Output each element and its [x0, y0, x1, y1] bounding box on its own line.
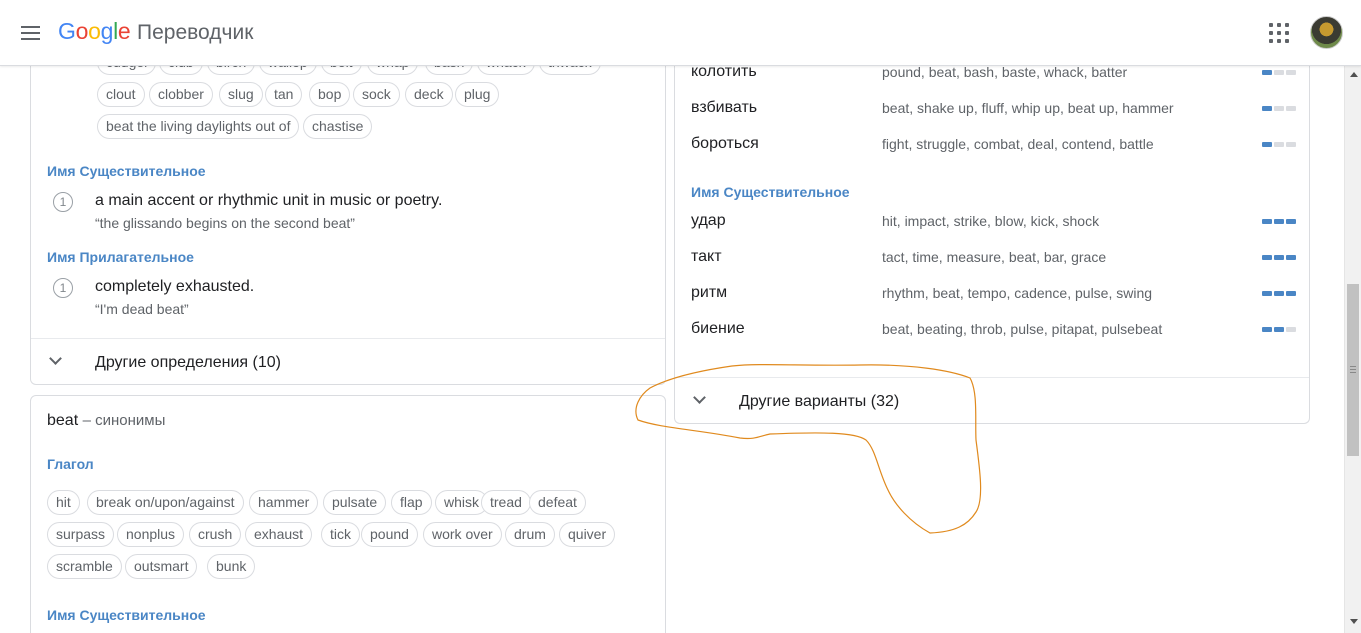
frequency-indicator	[1262, 219, 1298, 225]
translation-word[interactable]: бороться	[691, 135, 759, 153]
translation-word[interactable]: ритм	[691, 284, 727, 302]
definitions-card: cudgelclubbirchwallopbeltwhapbashwhackth…	[30, 30, 666, 385]
synonym-chip[interactable]: scramble	[47, 554, 122, 579]
frequency-indicator	[1262, 142, 1298, 148]
app-header: Google Переводчик	[0, 0, 1361, 66]
part-of-speech-noun: Имя Существительное	[691, 184, 850, 200]
reverse-translations: pound, beat, bash, baste, whack, batter	[882, 64, 1128, 80]
synonym-chip[interactable]: hit	[47, 490, 80, 515]
definition-example: “I'm dead beat”	[95, 301, 189, 317]
reverse-translations: beat, shake up, fluff, whip up, beat up,…	[882, 100, 1174, 116]
synonyms-word: beat	[47, 412, 79, 429]
synonym-chip[interactable]: quiver	[559, 522, 616, 547]
frequency-indicator	[1262, 106, 1298, 112]
reverse-translations: fight, struggle, combat, deal, contend, …	[882, 136, 1154, 152]
reverse-translations: rhythm, beat, tempo, cadence, pulse, swi…	[882, 285, 1153, 301]
more-translations-button[interactable]: Другие варианты (32)	[675, 377, 1309, 423]
synonym-chip[interactable]: plug	[455, 82, 500, 107]
hamburger-menu-icon[interactable]	[19, 21, 43, 45]
apps-grid-icon[interactable]	[1268, 22, 1290, 44]
synonym-chip[interactable]: chastise	[303, 114, 373, 139]
synonym-chip[interactable]: pulsate	[323, 490, 387, 515]
translation-word[interactable]: взбивать	[691, 99, 757, 117]
synonym-chip[interactable]: defeat	[529, 490, 586, 515]
more-definitions-button[interactable]: Другие определения (10)	[31, 338, 665, 384]
synonym-chip[interactable]: tread	[481, 490, 531, 515]
frequency-indicator	[1262, 255, 1298, 261]
translations-card: колотить pound, beat, bash, baste, whack,…	[674, 30, 1310, 424]
translation-word[interactable]: такт	[691, 248, 722, 266]
part-of-speech-adjective: Имя Прилагательное	[47, 249, 194, 265]
product-name[interactable]: Переводчик	[137, 21, 253, 45]
synonym-chip[interactable]: bunk	[207, 554, 256, 579]
part-of-speech-verb: Глагол	[47, 456, 94, 472]
synonym-chip[interactable]: nonplus	[117, 522, 185, 547]
scroll-up-arrow-icon[interactable]	[1350, 72, 1358, 77]
synonym-chip[interactable]: sock	[353, 82, 400, 107]
definition-number: 1	[53, 278, 73, 298]
synonyms-heading: beat – синонимы	[47, 412, 165, 430]
synonym-chip[interactable]: crush	[189, 522, 242, 547]
vertical-scrollbar[interactable]	[1344, 66, 1361, 633]
synonym-chip[interactable]: tick	[321, 522, 360, 547]
synonym-chip[interactable]: deck	[405, 82, 453, 107]
synonyms-card: beat – синонимы Глагол hit break on/upon/…	[30, 395, 666, 633]
translation-word[interactable]: удар	[691, 212, 726, 230]
synonym-chip[interactable]: work over	[423, 522, 502, 547]
synonym-chip[interactable]: flap	[391, 490, 432, 515]
reverse-translations: tact, time, measure, beat, bar, grace	[882, 249, 1107, 265]
synonym-chip[interactable]: pound	[361, 522, 418, 547]
synonym-chip[interactable]: beat the living daylights out of	[97, 114, 300, 139]
synonym-chip[interactable]: outsmart	[125, 554, 198, 579]
google-logo[interactable]: Google	[58, 18, 131, 45]
frequency-indicator	[1262, 70, 1298, 76]
translation-word[interactable]: биение	[691, 320, 745, 338]
frequency-indicator	[1262, 327, 1298, 333]
synonym-chip[interactable]: exhaust	[245, 522, 313, 547]
user-avatar[interactable]	[1310, 16, 1343, 49]
reverse-translations: beat, beating, throb, pulse, pitapat, pu…	[882, 321, 1163, 337]
chevron-down-icon	[693, 391, 706, 404]
synonym-chip[interactable]: surpass	[47, 522, 115, 547]
reverse-translations: hit, impact, strike, blow, kick, shock	[882, 213, 1100, 229]
definition-text: completely exhausted.	[95, 278, 255, 295]
definition-example: “the glissando begins on the second beat…	[95, 215, 355, 231]
scroll-down-arrow-icon[interactable]	[1350, 619, 1358, 624]
scroll-thumb[interactable]	[1347, 284, 1359, 456]
synonym-chip[interactable]: clout	[97, 82, 145, 107]
definition-number: 1	[53, 192, 73, 212]
synonym-chip[interactable]: bop	[309, 82, 351, 107]
synonyms-suffix: – синонимы	[82, 412, 166, 429]
definition-text: a main accent or rhythmic unit in music …	[95, 192, 443, 209]
synonym-chip[interactable]: tan	[265, 82, 303, 107]
frequency-indicator	[1262, 291, 1298, 297]
more-translations-label: Другие варианты (32)	[739, 393, 900, 410]
synonym-chip[interactable]: slug	[219, 82, 263, 107]
synonym-chip[interactable]: hammer	[249, 490, 319, 515]
more-definitions-label: Другие определения (10)	[95, 354, 281, 371]
part-of-speech-noun: Имя Существительное	[47, 607, 206, 623]
synonym-chip[interactable]: break on/upon/against	[87, 490, 244, 515]
part-of-speech-noun: Имя Существительное	[47, 163, 206, 179]
synonym-chip[interactable]: drum	[505, 522, 555, 547]
chevron-down-icon	[49, 352, 62, 365]
synonym-chip[interactable]: clobber	[149, 82, 213, 107]
